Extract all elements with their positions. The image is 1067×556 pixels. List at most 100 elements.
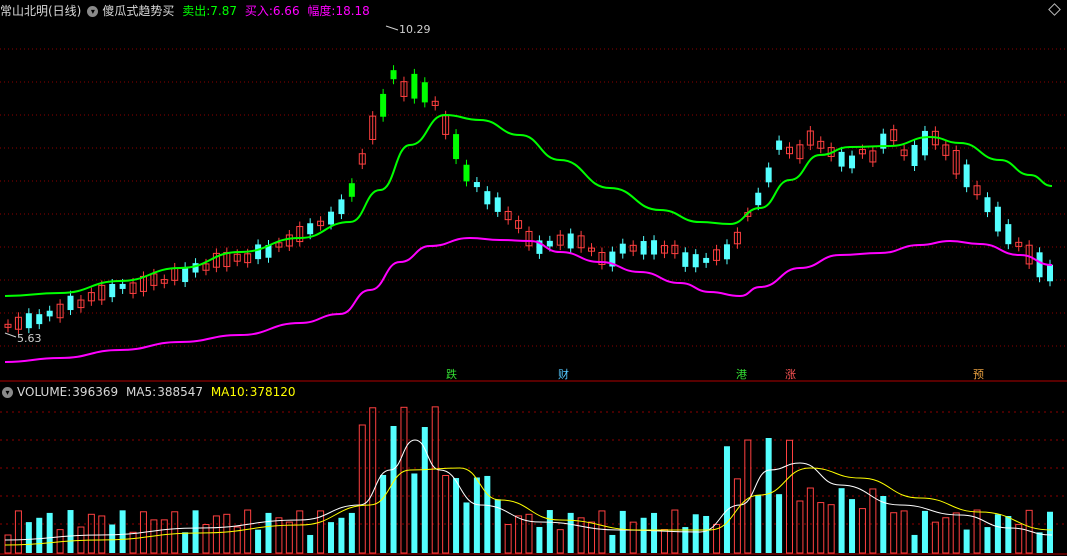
volume-bar [129, 531, 137, 554]
volume-bar [651, 512, 658, 553]
ma5-line [4, 439, 1053, 541]
candle-body [963, 164, 970, 188]
volume-bar [984, 527, 991, 553]
candle-body [911, 144, 918, 167]
volume-bar [4, 534, 12, 554]
volume-bar [546, 510, 553, 553]
volume-bar [911, 534, 918, 553]
trend-line-green [4, 113, 1053, 297]
volume-bar [87, 513, 95, 554]
event-marker-cai[interactable]: 财 [558, 368, 569, 381]
volume-bar [119, 510, 126, 553]
volume-bar [838, 488, 845, 553]
volume-bar [36, 517, 43, 553]
volume-bar [786, 439, 793, 554]
event-marker-die[interactable]: 跌 [446, 368, 457, 381]
candle-body [849, 155, 856, 169]
low-price-pointer [4, 332, 17, 338]
volume-bar [806, 487, 814, 554]
ma10-line [4, 467, 1053, 546]
volume-bar [796, 500, 804, 554]
event-marker-zhang[interactable]: 涨 [785, 368, 796, 381]
candle-body [651, 240, 658, 255]
volume-bar [963, 529, 970, 553]
candle-body [755, 192, 762, 206]
volume-bar [484, 475, 491, 553]
candle-body [109, 283, 116, 298]
volume-bar [431, 406, 439, 554]
volume-bar [338, 517, 345, 553]
candle-body [1036, 252, 1043, 278]
volume-bar [931, 521, 939, 554]
volume-bar [973, 509, 981, 554]
volume-bar [515, 515, 523, 554]
event-marker-gang[interactable]: 港 [736, 368, 747, 381]
volume-bar [255, 529, 262, 553]
volume-bar [67, 510, 74, 553]
high-price-label: 10.29 [399, 23, 431, 36]
volume-bar [682, 527, 689, 553]
volume-bar [1005, 515, 1012, 553]
candle-body [984, 197, 991, 213]
volume-bar [46, 512, 53, 553]
volume-bar [765, 438, 772, 553]
volume-bar [192, 510, 199, 553]
candle-body [473, 182, 480, 188]
volume-bar [98, 515, 106, 554]
volume-bar [776, 494, 783, 553]
candle-body [390, 70, 397, 80]
candle-body [421, 82, 428, 103]
volume-bar [660, 529, 668, 554]
candle-body [682, 252, 689, 267]
volume-bar [880, 496, 887, 553]
candle-body [380, 93, 387, 117]
volume-bar [275, 517, 283, 554]
candle-body [921, 130, 928, 156]
event-marker-yu[interactable]: 预 [973, 368, 984, 381]
volume-bar [994, 514, 1001, 553]
volume-bar [380, 474, 387, 553]
volume-bar [703, 515, 710, 553]
volume-bar [296, 510, 304, 554]
volume-bar [525, 513, 533, 554]
candle-body [338, 199, 345, 215]
volume-bar [473, 477, 480, 553]
volume-bar [1047, 511, 1053, 553]
volume-bar [358, 424, 366, 554]
volume-bar [1036, 532, 1043, 553]
volume-bar [890, 512, 898, 554]
volume-bar [629, 521, 637, 554]
volume-bar [577, 517, 585, 554]
volume-bar [285, 521, 293, 554]
candle-body [703, 257, 710, 263]
candle-body [640, 241, 647, 255]
candle-body [67, 295, 74, 311]
volume-bar [640, 517, 647, 553]
candle-body [182, 267, 189, 283]
kline-chart[interactable]: 10.29 5.63 [0, 0, 1067, 556]
candle-body [328, 211, 335, 225]
volume-bar [25, 522, 32, 553]
volume-bar [265, 512, 272, 553]
candle-body [46, 310, 53, 317]
volume-bar [160, 519, 168, 554]
volume-bar [733, 478, 741, 554]
volume-bar [171, 511, 179, 554]
candle-body [25, 313, 32, 329]
volume-bar [609, 534, 616, 553]
volume-bar [453, 478, 460, 553]
volume-bar [307, 534, 314, 553]
volume-bar [463, 502, 470, 553]
volume-bar [598, 510, 606, 554]
volume-bar [442, 475, 450, 554]
candle-body [546, 240, 553, 247]
candle-body [494, 197, 501, 212]
high-price-pointer [385, 25, 399, 31]
volume-bar [400, 406, 408, 554]
volume-bar [536, 526, 543, 553]
candle-body [692, 254, 699, 268]
volume-bar [588, 521, 596, 554]
candle-body [463, 164, 470, 182]
volume-bar [369, 407, 377, 554]
candle-body [36, 314, 43, 325]
